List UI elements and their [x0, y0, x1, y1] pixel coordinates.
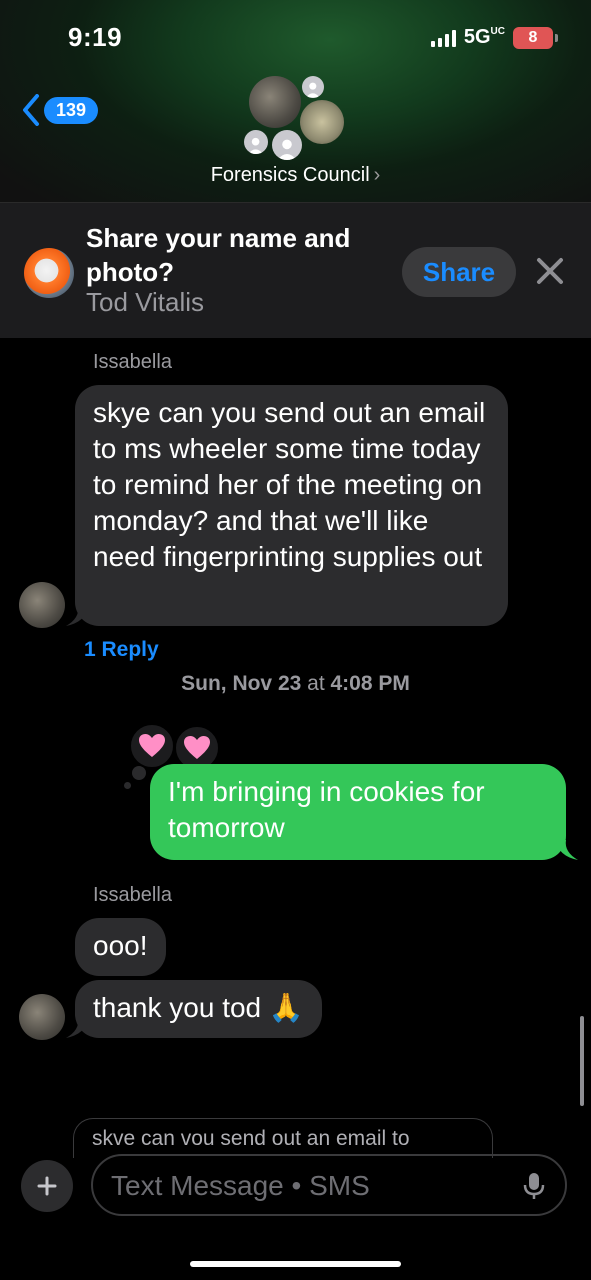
bubble-tail [556, 840, 578, 860]
heart-icon [184, 736, 210, 759]
message-bubble[interactable]: ooo! [75, 918, 166, 976]
message-bubble[interactable]: skye can you send out an email to ms whe… [75, 385, 508, 626]
add-attachment-button[interactable] [21, 1160, 73, 1212]
message-composer[interactable] [91, 1154, 567, 1216]
avatar [302, 76, 324, 98]
timestamp: Sun, Nov 23 at 4:08 PM [181, 672, 410, 695]
unread-count-badge: 139 [44, 96, 99, 124]
back-button[interactable]: 139 [22, 94, 99, 126]
signal-icon [430, 29, 456, 47]
status-time: 9:19 [68, 22, 123, 52]
avatar [300, 100, 344, 144]
avatar[interactable] [19, 582, 65, 628]
message-bubble-outgoing[interactable]: I'm bringing in cookies for tomorrow [150, 764, 566, 860]
tapback-dot [124, 782, 131, 789]
sender-name: Issabella [93, 351, 172, 373]
heart-icon [139, 734, 165, 757]
chevron-left-icon [23, 94, 39, 126]
share-button[interactable]: Share [402, 247, 516, 297]
tapback-reaction[interactable] [129, 723, 175, 769]
network-indicator: 5GUC [463, 26, 505, 48]
reply-thread-link[interactable]: 1 Reply [84, 638, 159, 662]
bubble-tail [66, 1018, 88, 1038]
scrollbar[interactable] [580, 1016, 584, 1106]
plus-icon [37, 1176, 57, 1196]
banner-title: Share your name and photo? [86, 223, 351, 287]
battery-icon: 8 [513, 26, 558, 49]
avatar [24, 248, 74, 298]
message-input[interactable] [111, 1166, 511, 1206]
avatar[interactable] [19, 994, 65, 1040]
microphone-icon[interactable] [523, 1172, 545, 1200]
status-icons: 5GUC 8 [430, 26, 558, 49]
chevron-right-icon: › [373, 164, 381, 186]
avatar [244, 130, 268, 154]
tapback-dot [132, 766, 146, 780]
conversation-header: 9:19 5GUC 8 139 Forensics Council › [0, 0, 591, 202]
banner-name: Tod Vitalis [86, 287, 205, 317]
close-icon[interactable] [532, 253, 568, 289]
reply-preview[interactable]: skve can vou send out an email to [73, 1118, 493, 1158]
bubble-tail [66, 606, 88, 626]
avatar [272, 130, 302, 160]
home-indicator[interactable] [190, 1261, 401, 1267]
message-bubble[interactable]: thank you tod 🙏 [75, 980, 322, 1038]
sender-name: Issabella [93, 884, 172, 906]
group-title[interactable]: Forensics Council › [0, 164, 591, 187]
share-name-photo-banner: Share your name and photo? Tod Vitalis S… [0, 202, 591, 338]
avatar [249, 76, 301, 128]
group-avatar-cluster[interactable] [244, 72, 354, 162]
